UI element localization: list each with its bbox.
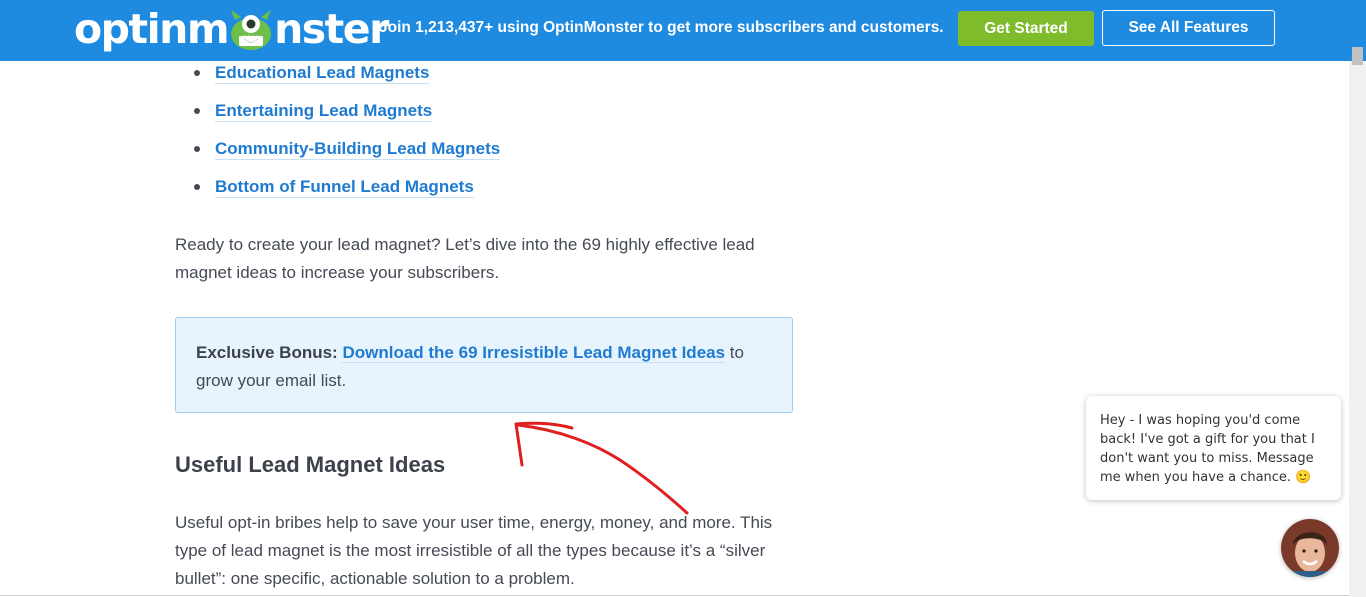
link-bottom-of-funnel-lead-magnets[interactable]: Bottom of Funnel Lead Magnets xyxy=(215,177,474,198)
bullet-dot xyxy=(194,184,200,190)
logo-text-right: nster xyxy=(274,5,389,53)
chat-message-text: Hey - I was hoping you'd come back! I've… xyxy=(1100,413,1315,485)
chat-message-bubble[interactable]: Hey - I was hoping you'd come back! I've… xyxy=(1086,396,1341,500)
bullet-dot xyxy=(194,146,200,152)
scrollbar-thumb[interactable] xyxy=(1352,47,1363,65)
optinmonster-logo[interactable]: optinm nster xyxy=(74,4,389,54)
get-started-button[interactable]: Get Started xyxy=(958,11,1094,46)
exclusive-bonus-box: Exclusive Bonus: Download the 69 Irresis… xyxy=(175,317,793,413)
person-avatar-icon xyxy=(1281,519,1339,577)
list-item: Entertaining Lead Magnets xyxy=(175,96,500,134)
bullet-dot xyxy=(194,108,200,114)
vertical-scrollbar[interactable] xyxy=(1349,47,1366,597)
logo-text-left: optinm xyxy=(74,5,230,53)
chat-agent-avatar[interactable] xyxy=(1281,519,1339,577)
smiley-emoji-icon: 🙂 xyxy=(1295,470,1312,485)
list-item: Community-Building Lead Magnets xyxy=(175,134,501,172)
link-entertaining-lead-magnets[interactable]: Entertaining Lead Magnets xyxy=(215,101,433,122)
lead-magnet-type-list: Educational Lead Magnets Entertaining Le… xyxy=(175,58,501,210)
top-banner: optinm nster Join 1,213,437+ using Optin… xyxy=(0,0,1366,61)
link-educational-lead-magnets[interactable]: Educational Lead Magnets xyxy=(215,63,430,84)
see-all-features-button[interactable]: See All Features xyxy=(1102,10,1275,46)
viewport-bottom-edge xyxy=(0,595,1349,596)
intro-paragraph: Ready to create your lead magnet? Let’s … xyxy=(175,235,755,282)
bullet-dot xyxy=(194,70,200,76)
link-community-building-lead-magnets[interactable]: Community-Building Lead Magnets xyxy=(215,139,501,160)
monster-mascot-icon xyxy=(231,10,272,50)
section-body-paragraph: Useful opt-in bribes help to save your u… xyxy=(175,513,773,588)
download-lead-magnet-ideas-link[interactable]: Download the 69 Irresistible Lead Magnet… xyxy=(342,343,726,363)
list-item: Bottom of Funnel Lead Magnets xyxy=(175,172,500,210)
promo-text: Join 1,213,437+ using OptinMonster to ge… xyxy=(379,19,944,36)
list-item: Educational Lead Magnets xyxy=(175,58,500,96)
section-heading: Useful Lead Magnet Ideas xyxy=(175,452,446,477)
bonus-label: Exclusive Bonus: xyxy=(196,343,338,362)
